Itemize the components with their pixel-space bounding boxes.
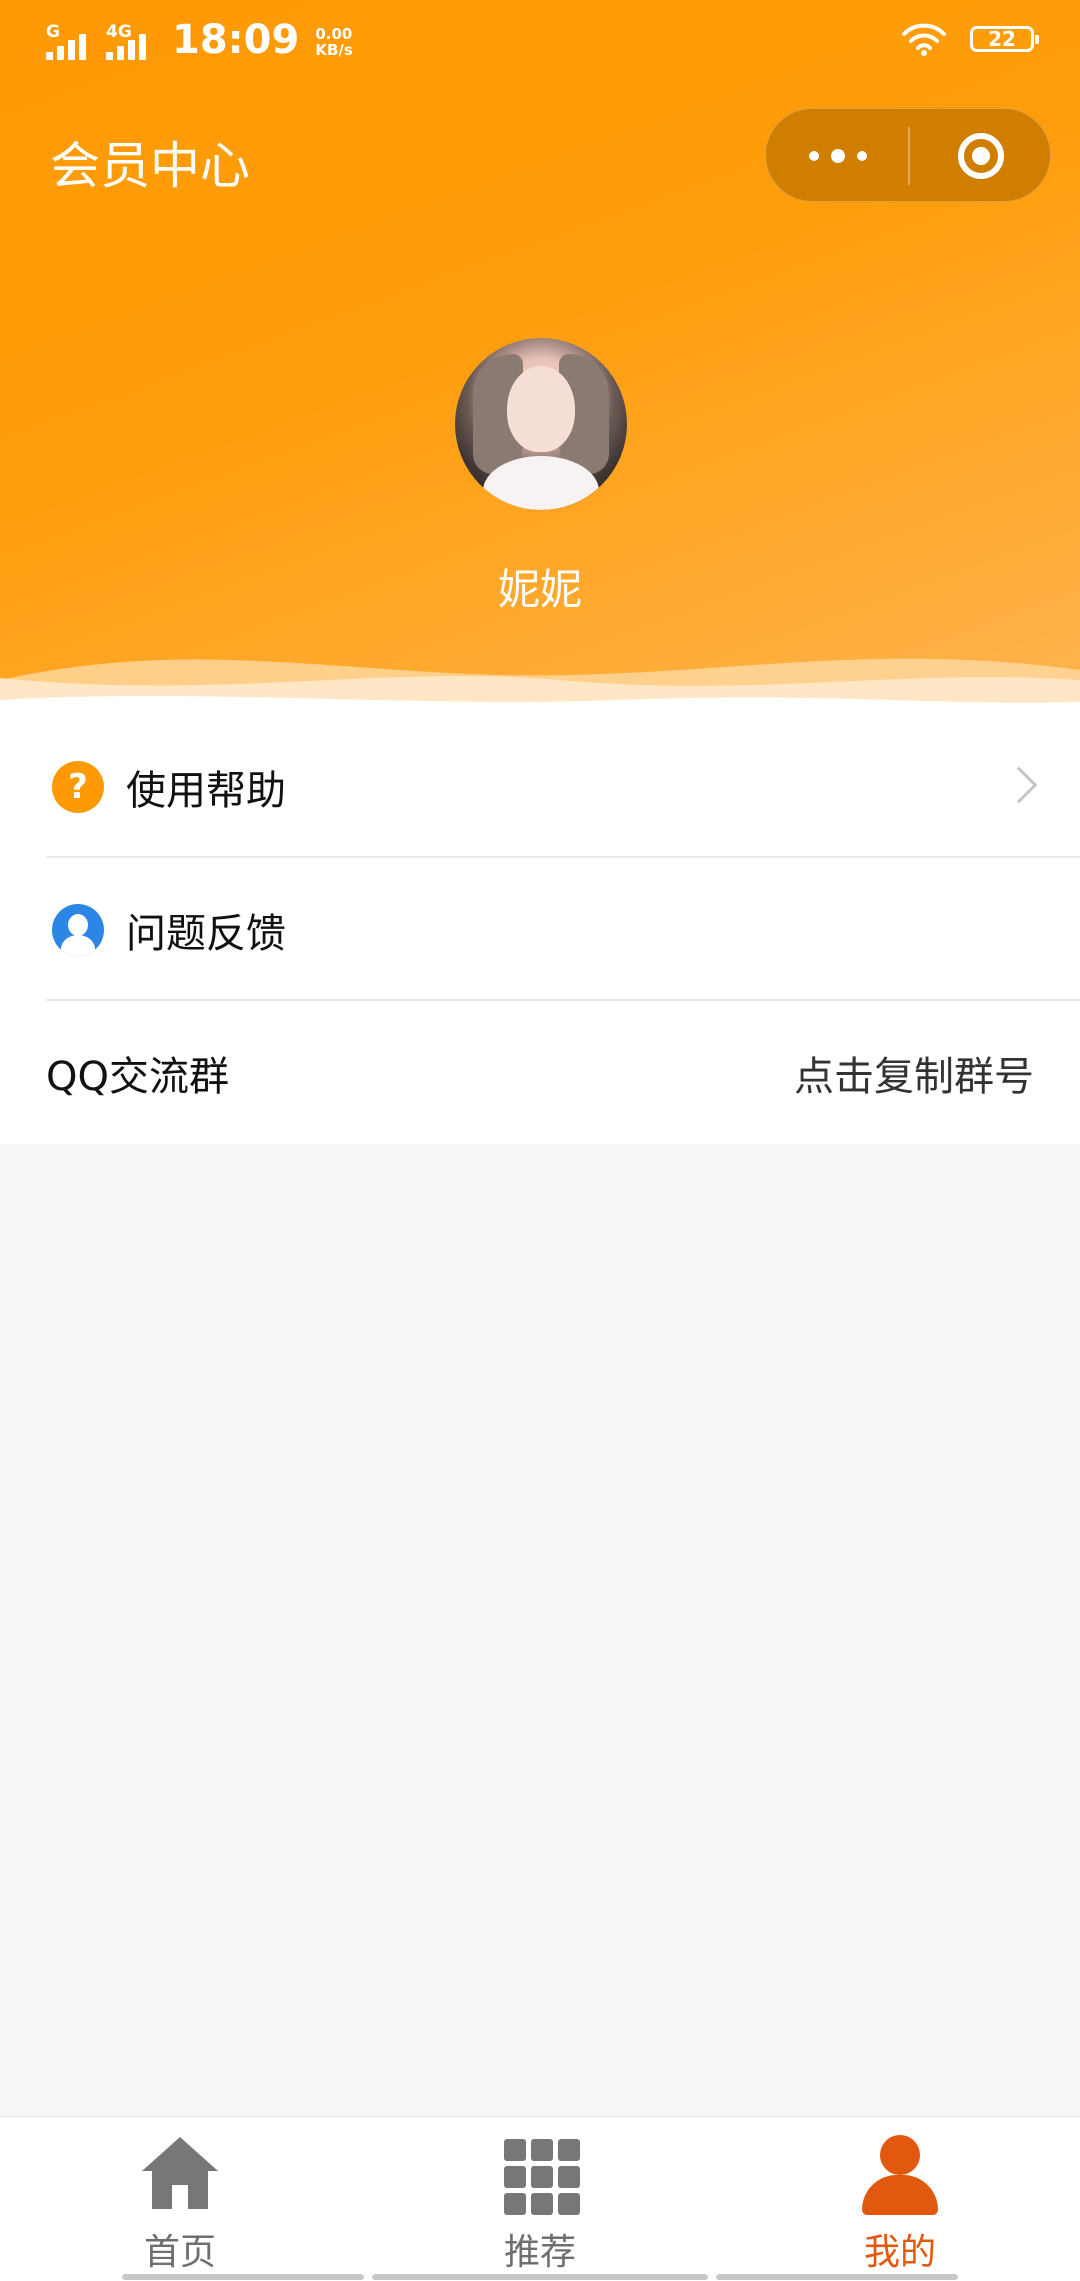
more-options-button[interactable]	[766, 109, 909, 203]
bottom-edge-bar	[716, 2274, 958, 2280]
status-bar: G 4G 18:09 0.00 KB/s 22	[0, 0, 1080, 84]
tab-label: 首页	[143, 2232, 216, 2273]
menu-item-feedback[interactable]: 问题反馈	[0, 858, 1080, 1001]
avatar[interactable]	[455, 338, 627, 510]
signal-sim1-icon: G	[46, 22, 96, 62]
feedback-icon	[52, 903, 104, 956]
tab-bar: 首页 推荐 我的	[0, 2116, 1080, 2281]
wifi-icon	[902, 23, 946, 56]
chevron-right-icon	[1000, 766, 1038, 803]
person-icon	[860, 2135, 940, 2215]
menu-item-qq-group[interactable]: QQ交流群 点击复制群号	[0, 1001, 1080, 1144]
menu-item-help[interactable]: ? 使用帮助	[0, 715, 1080, 858]
menu-item-label: 使用帮助	[126, 767, 286, 814]
menu-list: ? 使用帮助 问题反馈 QQ交流群 点击复制群号	[0, 715, 1080, 1144]
menu-item-label: QQ交流群	[46, 1053, 229, 1100]
battery-level: 22	[988, 27, 1016, 51]
more-icon	[808, 151, 819, 161]
copy-group-number-button[interactable]: 点击复制群号	[794, 1044, 1034, 1102]
profile-header: G 4G 18:09 0.00 KB/s 22 会员中心 妮妮	[0, 0, 1080, 715]
tab-mine[interactable]: 我的	[820, 2117, 980, 2281]
menu-item-label: 问题反馈	[126, 910, 286, 957]
miniprogram-capsule	[765, 108, 1051, 202]
tab-recommend[interactable]: 推荐	[460, 2117, 620, 2281]
home-icon	[140, 2135, 220, 2215]
bottom-edge-bar	[122, 2274, 364, 2280]
grid-icon	[500, 2135, 580, 2215]
tab-label: 我的	[863, 2232, 936, 2273]
bottom-edge-bar	[372, 2274, 708, 2280]
battery-icon: 22	[970, 26, 1039, 52]
username: 妮妮	[497, 565, 582, 614]
page-title: 会员中心	[50, 137, 250, 195]
network-speed: 0.00 KB/s	[315, 25, 353, 59]
help-icon: ?	[52, 760, 104, 813]
tab-home[interactable]: 首页	[100, 2117, 260, 2281]
tab-label: 推荐	[503, 2232, 576, 2273]
clock: 18:09	[172, 17, 300, 63]
close-miniprogram-button[interactable]	[909, 109, 1052, 203]
signal-sim2-icon: 4G	[106, 22, 156, 62]
close-circle-icon	[957, 133, 1004, 179]
header-wave	[0, 658, 1080, 715]
